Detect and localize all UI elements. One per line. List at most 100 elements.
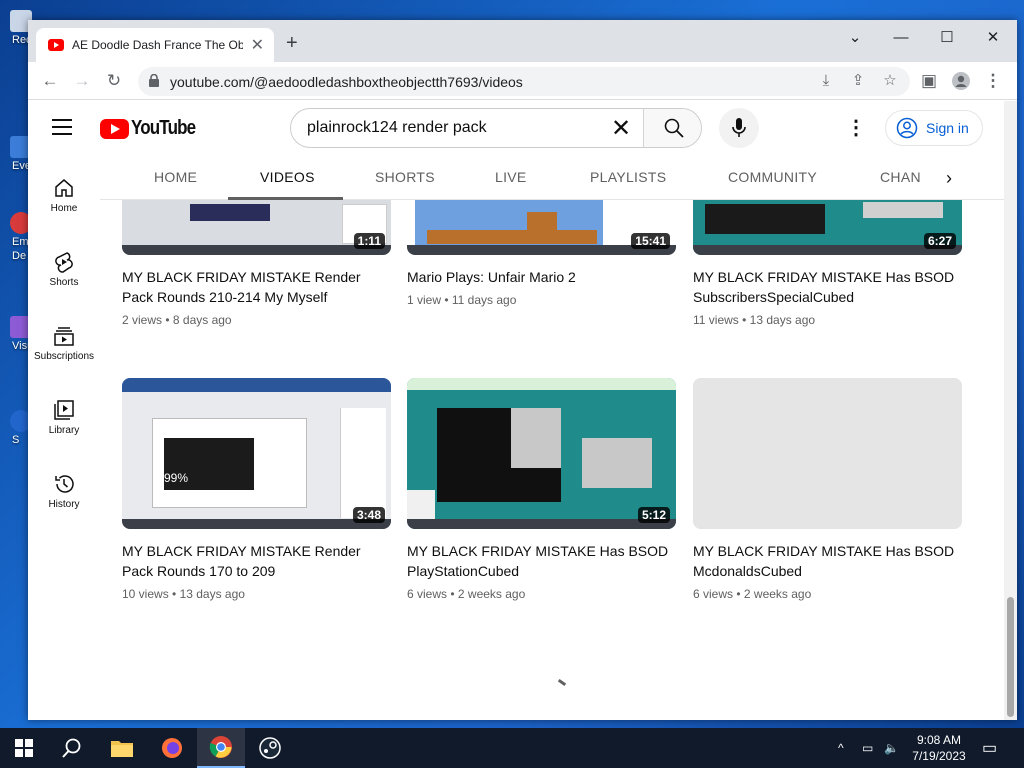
video-metadata: 6 views • 2 weeks ago xyxy=(407,587,526,601)
video-card[interactable]: MY BLACK FRIDAY MISTAKE Has BSOD Mcdonal… xyxy=(693,378,962,601)
system-clock[interactable]: 9:08 AM 7/19/2023 xyxy=(904,732,974,764)
desktop-icon-5[interactable]: S xyxy=(4,410,32,446)
duration-badge: 3:48 xyxy=(352,507,385,523)
install-icon[interactable]: ⤓ xyxy=(814,69,838,93)
logo-text: YouTube xyxy=(131,117,196,139)
notifications-icon[interactable]: ▭ xyxy=(982,728,997,768)
video-thumbnail[interactable]: 5:12 xyxy=(407,378,676,529)
close-window-button[interactable]: ✕ xyxy=(970,24,1016,52)
taskbar: ^ ▭ 🔈 9:08 AM 7/19/2023 ▭ xyxy=(0,728,1024,768)
lock-icon[interactable] xyxy=(149,74,159,87)
tab-live[interactable]: LIVE xyxy=(495,169,527,185)
guide-label: Library xyxy=(48,425,80,436)
maximize-button[interactable]: ☐ xyxy=(924,24,970,52)
back-button[interactable]: ← xyxy=(37,68,63,94)
video-card[interactable]: 5:12 MY BLACK FRIDAY MISTAKE Has BSOD Pl… xyxy=(407,378,676,601)
guide-item-history[interactable]: History xyxy=(28,473,100,510)
subscriptions-icon xyxy=(54,327,74,346)
shorts-icon xyxy=(55,252,73,273)
video-card[interactable]: 99% 3:48 MY BLACK FRIDAY MISTAKE Render … xyxy=(122,378,391,601)
history-icon xyxy=(55,475,74,493)
tab-title: AE Doodle Dash France The Obje xyxy=(72,38,243,52)
guide-item-library[interactable]: Library xyxy=(28,399,100,436)
share-icon[interactable]: ⇪ xyxy=(846,69,870,93)
video-title[interactable]: MY BLACK FRIDAY MISTAKE Has BSOD Mcdonal… xyxy=(693,541,962,581)
desktop-icon-recycle-bin[interactable]: Rec xyxy=(4,10,32,46)
volume-muted-icon[interactable]: 🔈 xyxy=(884,728,899,768)
search-button[interactable] xyxy=(643,109,701,147)
desktop-icon-3[interactable]: Emb De xyxy=(4,212,35,262)
guide-item-subscriptions[interactable]: Subscriptions xyxy=(28,325,100,362)
video-metadata: 2 views • 8 days ago xyxy=(122,313,232,327)
show-hidden-icons[interactable]: ^ xyxy=(838,728,844,768)
scrollbar-thumb[interactable] xyxy=(1007,597,1014,717)
side-panel-icon[interactable]: ▣ xyxy=(916,68,942,94)
start-button[interactable] xyxy=(0,728,48,768)
desktop-icon-4[interactable]: Visu xyxy=(4,316,33,352)
sign-in-button[interactable]: Sign in xyxy=(885,110,983,146)
tabs-scroll-right-icon[interactable]: › xyxy=(934,163,964,193)
close-tab-icon[interactable]: ✕ xyxy=(249,35,266,55)
desktop-icon-2[interactable]: Eve xyxy=(4,136,32,172)
mini-guide: Home Shorts Subscriptions Library Histor… xyxy=(28,157,100,720)
tab-channels[interactable]: CHAN xyxy=(880,169,921,185)
youtube-logo[interactable]: YouTube xyxy=(100,117,207,140)
browser-tab[interactable]: AE Doodle Dash France The Obje ✕ xyxy=(36,28,274,62)
video-thumbnail[interactable]: 99% 3:48 xyxy=(122,378,391,529)
guide-menu-icon[interactable] xyxy=(52,119,72,140)
tab-community[interactable]: COMMUNITY xyxy=(728,169,817,185)
video-title[interactable]: MY BLACK FRIDAY MISTAKE Has BSOD PlaySta… xyxy=(407,541,676,581)
video-thumbnail[interactable]: 15:41 xyxy=(407,200,676,255)
clock-date: 7/19/2023 xyxy=(912,749,966,763)
tab-strip: AE Doodle Dash France The Obje ✕ + ⌄ — ☐… xyxy=(28,20,1017,62)
video-title[interactable]: MY BLACK FRIDAY MISTAKE Has BSOD Subscri… xyxy=(693,267,962,307)
reload-button[interactable]: ↻ xyxy=(101,68,127,94)
forward-button[interactable]: → xyxy=(69,68,95,94)
page-scrollbar[interactable] xyxy=(1004,101,1017,720)
new-tab-button[interactable]: + xyxy=(286,32,298,55)
file-explorer-button[interactable] xyxy=(98,728,146,768)
video-title[interactable]: MY BLACK FRIDAY MISTAKE Render Pack Roun… xyxy=(122,267,391,307)
video-thumbnail-placeholder[interactable] xyxy=(693,378,962,529)
chrome-button[interactable] xyxy=(197,728,245,768)
tab-shorts[interactable]: SHORTS xyxy=(375,169,435,185)
guide-item-home[interactable]: Home xyxy=(28,177,100,214)
folder-icon xyxy=(111,741,133,757)
profile-avatar-icon[interactable] xyxy=(948,68,974,94)
minimize-button[interactable]: — xyxy=(878,24,924,52)
browser-toolbar: ← → ↻ youtube.com/@aedoodledashboxtheobj… xyxy=(28,62,1017,100)
browser-menu-icon[interactable]: ⋮ xyxy=(980,68,1006,94)
duration-badge: 6:27 xyxy=(923,233,956,249)
youtube-play-icon xyxy=(100,118,129,139)
address-bar[interactable]: youtube.com/@aedoodledashboxtheobjectth7… xyxy=(138,67,910,96)
video-grid: 1:11 MY BLACK FRIDAY MISTAKE Render Pack… xyxy=(122,200,972,720)
search-input[interactable]: plainrock124 render pack xyxy=(307,119,487,137)
video-thumbnail[interactable]: 1:11 xyxy=(122,200,391,255)
duration-badge: 5:12 xyxy=(637,507,670,523)
video-card[interactable]: 15:41 Mario Plays: Unfair Mario 2 1 view… xyxy=(407,200,676,307)
tab-videos[interactable]: VIDEOS xyxy=(260,169,315,185)
search-taskbar-button[interactable] xyxy=(48,728,96,768)
voice-search-button[interactable] xyxy=(719,108,759,148)
search-icon xyxy=(62,738,81,758)
search-box[interactable]: plainrock124 render pack ✕ xyxy=(290,108,702,148)
bookmark-star-icon[interactable]: ☆ xyxy=(878,69,902,93)
settings-more-icon[interactable]: ⋮ xyxy=(846,116,866,140)
video-card[interactable]: 6:27 MY BLACK FRIDAY MISTAKE Has BSOD Su… xyxy=(693,200,962,327)
guide-item-shorts[interactable]: Shorts xyxy=(28,251,100,288)
firefox-icon xyxy=(162,738,182,758)
tab-playlists[interactable]: PLAYLISTS xyxy=(590,169,666,185)
firefox-button[interactable] xyxy=(148,728,196,768)
video-metadata: 6 views • 2 weeks ago xyxy=(693,587,812,601)
steam-icon xyxy=(259,737,281,759)
steam-button[interactable] xyxy=(246,728,294,768)
clear-search-icon[interactable]: ✕ xyxy=(607,115,635,143)
tab-home[interactable]: HOME xyxy=(154,169,197,185)
tab-search-chevron-icon[interactable]: ⌄ xyxy=(832,24,878,52)
video-title[interactable]: Mario Plays: Unfair Mario 2 xyxy=(407,267,676,287)
video-thumbnail[interactable]: 6:27 xyxy=(693,200,962,255)
video-title[interactable]: MY BLACK FRIDAY MISTAKE Render Pack Roun… xyxy=(122,541,391,581)
network-icon[interactable]: ▭ xyxy=(862,728,873,768)
masthead: YouTube plainrock124 render pack ✕ ⋮ Sig… xyxy=(28,101,1004,157)
video-card[interactable]: 1:11 MY BLACK FRIDAY MISTAKE Render Pack… xyxy=(122,200,391,327)
